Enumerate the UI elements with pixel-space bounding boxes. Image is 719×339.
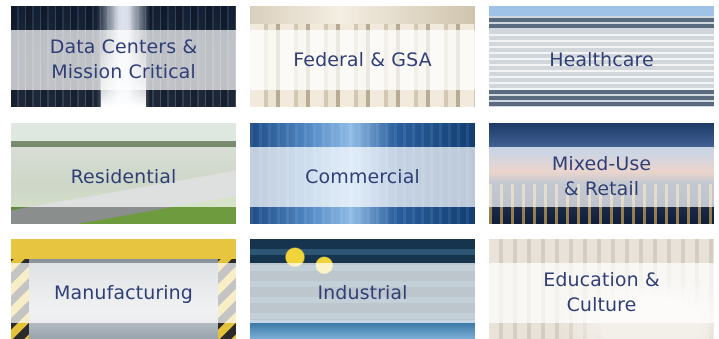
tile-label: Education & Culture	[543, 269, 660, 316]
tile-label-band: Commercial	[250, 147, 475, 207]
tile-label-band: Education & Culture	[489, 263, 714, 323]
tile-label-band: Data Centers & Mission Critical	[11, 30, 236, 90]
tile-label: Healthcare	[549, 48, 654, 71]
tile-education-culture[interactable]: Education & Culture	[489, 239, 714, 339]
tile-label-band: Federal & GSA	[250, 30, 475, 90]
tile-label: Data Centers & Mission Critical	[49, 36, 198, 83]
tile-label-band: Healthcare	[489, 30, 714, 90]
tile-commercial[interactable]: Commercial	[250, 123, 475, 224]
tile-label: Mixed-Use & Retail	[551, 153, 652, 200]
tile-label: Residential	[70, 165, 177, 188]
tile-label-band: Residential	[11, 147, 236, 207]
tile-label: Manufacturing	[54, 281, 193, 304]
tile-healthcare[interactable]: Healthcare	[489, 6, 714, 107]
tile-label-band: Manufacturing	[11, 263, 236, 323]
tile-manufacturing[interactable]: Manufacturing	[11, 239, 236, 339]
tile-residential[interactable]: Residential	[11, 123, 236, 224]
tile-federal-gsa[interactable]: Federal & GSA	[250, 6, 475, 107]
tile-label: Federal & GSA	[293, 48, 432, 71]
tile-mixed-use-retail[interactable]: Mixed-Use & Retail	[489, 123, 714, 224]
tile-data-centers[interactable]: Data Centers & Mission Critical	[11, 6, 236, 107]
market-sectors-grid: Data Centers & Mission Critical Federal …	[0, 0, 719, 339]
tile-label: Commercial	[305, 165, 420, 188]
tile-label-band: Mixed-Use & Retail	[489, 147, 714, 207]
tile-label: Industrial	[317, 281, 408, 304]
tile-label-band: Industrial	[250, 263, 475, 323]
tile-industrial[interactable]: Industrial	[250, 239, 475, 339]
